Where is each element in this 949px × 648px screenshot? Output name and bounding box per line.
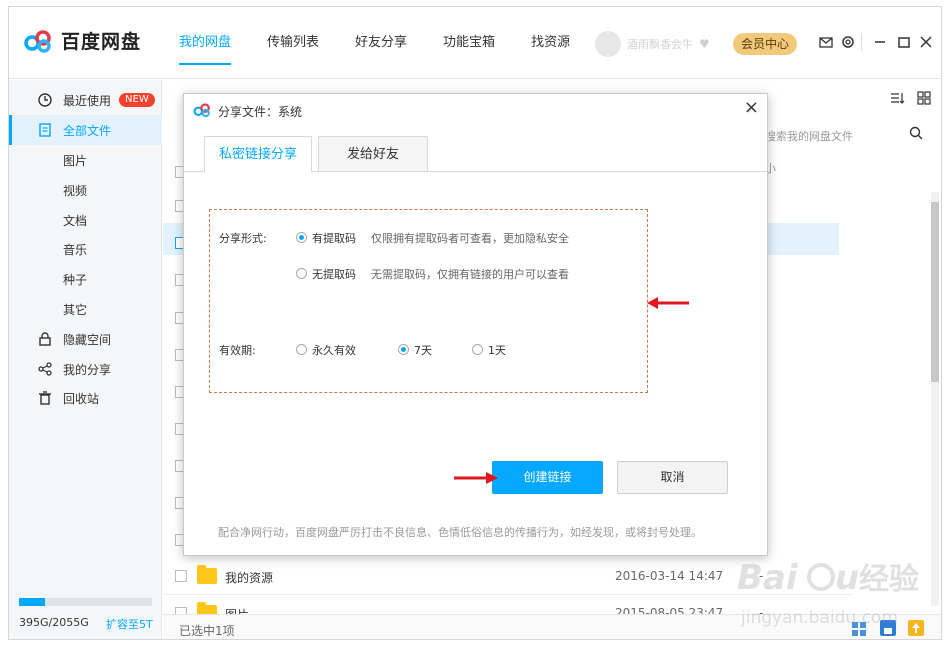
scrollbar[interactable] bbox=[931, 192, 939, 606]
tab-private-link[interactable]: 私密链接分享 bbox=[204, 136, 312, 173]
user-name: 酒雨飘香会牛 bbox=[627, 38, 693, 51]
radio-validity-1day[interactable] bbox=[472, 344, 483, 355]
svg-text:经验: 经验 bbox=[859, 562, 919, 597]
radio-without-code[interactable] bbox=[296, 268, 307, 279]
document-icon bbox=[39, 123, 51, 137]
nav-my-disk[interactable]: 我的网盘 bbox=[179, 7, 232, 79]
sidebar-item-label: 最近使用 bbox=[63, 93, 112, 108]
sidebar-item-label: 回收站 bbox=[63, 391, 100, 406]
settings-icon[interactable] bbox=[841, 35, 855, 49]
validity-forever[interactable]: 永久有效 bbox=[312, 342, 356, 358]
mail-icon[interactable] bbox=[819, 35, 833, 49]
divider bbox=[861, 33, 862, 51]
sidebar-item-videos[interactable]: 视频 bbox=[9, 175, 162, 205]
svg-text:u: u bbox=[835, 558, 859, 598]
user-profile[interactable]: 酒雨飘香会牛 ♥ bbox=[595, 31, 710, 57]
scrollbar-thumb[interactable] bbox=[931, 202, 939, 382]
share-options-panel: 分享形式: 有提取码 仅限拥有提取码者可查看，更加隐私安全 无提取码 无需提取码… bbox=[209, 209, 648, 393]
annotation-arrow-right-icon bbox=[454, 472, 498, 484]
radio-validity-forever[interactable] bbox=[296, 344, 307, 355]
nav-toolbox[interactable]: 功能宝箱 bbox=[443, 7, 495, 79]
validity-label: 有效期: bbox=[219, 344, 256, 357]
share-form-label: 分享形式: bbox=[219, 232, 267, 245]
dialog-title: 分享文件：系统 bbox=[218, 105, 303, 119]
sidebar-item-recycle[interactable]: 回收站 bbox=[9, 383, 162, 413]
sidebar: 最近使用 NEW 全部文件 图片 视频 文档 音乐 种子 其它 隐藏空间 我的分… bbox=[9, 80, 162, 639]
svg-text:jingyan.baidu.com: jingyan.baidu.com bbox=[740, 608, 898, 627]
sidebar-item-my-share[interactable]: 我的分享 bbox=[9, 354, 162, 384]
sidebar-item-music[interactable]: 音乐 bbox=[9, 234, 162, 264]
top-bar: 百度网盘 我的网盘 传输列表 好友分享 功能宝箱 找资源 酒雨飘香会牛 ♥ 会员… bbox=[9, 7, 941, 79]
share-dialog: 分享文件：系统 × 私密链接分享 发给好友 分享形式: 有提取码 仅限拥有提取码… bbox=[183, 93, 768, 556]
selection-status: 已选中1项 bbox=[179, 624, 235, 638]
nav-find-resource[interactable]: 找资源 bbox=[531, 7, 570, 79]
sidebar-item-docs[interactable]: 文档 bbox=[9, 205, 162, 235]
grid-view-icon[interactable] bbox=[917, 91, 931, 105]
sidebar-item-label: 我的分享 bbox=[63, 362, 112, 377]
sidebar-item-hidden-space[interactable]: 隐藏空间 bbox=[9, 324, 162, 354]
sidebar-item-torrents[interactable]: 种子 bbox=[9, 264, 162, 294]
expand-storage-link[interactable]: 扩容至5T bbox=[106, 616, 153, 632]
sidebar-item-all-files[interactable]: 全部文件 bbox=[9, 115, 162, 145]
search-icon[interactable] bbox=[909, 126, 923, 140]
baidu-jingyan-watermark-icon: Bai u 经验 jingyan.baidu.com bbox=[737, 558, 919, 628]
sidebar-item-images[interactable]: 图片 bbox=[9, 145, 162, 175]
tab-send-to-friend[interactable]: 发给好友 bbox=[318, 136, 428, 172]
sidebar-item-label: 全部文件 bbox=[63, 123, 112, 138]
validity-7days[interactable]: 7天 bbox=[414, 342, 432, 358]
clock-icon bbox=[38, 93, 52, 107]
heart-icon: ♥ bbox=[699, 37, 710, 51]
file-name: 我的资源 bbox=[225, 571, 274, 585]
svg-text:Bai: Bai bbox=[737, 558, 799, 598]
new-badge: NEW bbox=[119, 93, 155, 107]
sidebar-item-others[interactable]: 其它 bbox=[9, 294, 162, 324]
row-checkbox[interactable] bbox=[175, 570, 187, 582]
vip-center-button[interactable]: 会员中心 bbox=[733, 33, 797, 55]
watermark-logo: Bai u 经验 jingyan.baidu.com bbox=[737, 547, 937, 630]
radio-with-code[interactable] bbox=[296, 232, 307, 243]
dialog-close-icon[interactable]: × bbox=[744, 97, 759, 118]
option-without-code-desc: 无需提取码，仅拥有链接的用户可以查看 bbox=[371, 268, 569, 281]
policy-notice: 配合净网行动，百度网盘严厉打击不良信息、色情低俗信息的传播行为，如经发现，或将封… bbox=[218, 526, 702, 539]
radio-validity-7days[interactable] bbox=[398, 344, 409, 355]
cloud-logo-icon bbox=[193, 103, 210, 118]
minimize-icon[interactable] bbox=[873, 35, 887, 49]
close-icon[interactable] bbox=[919, 35, 933, 49]
storage-quota-text: 395G/2055G bbox=[19, 616, 89, 629]
storage-quota-fill bbox=[19, 598, 45, 606]
share-icon bbox=[38, 362, 52, 376]
option-without-code[interactable]: 无提取码 bbox=[312, 266, 356, 282]
sort-icon[interactable] bbox=[891, 92, 905, 104]
avatar[interactable] bbox=[595, 31, 621, 57]
app-logo: 百度网盘 bbox=[23, 27, 141, 54]
sidebar-item-label: 隐藏空间 bbox=[63, 332, 112, 347]
annotation-arrow-left-icon bbox=[647, 297, 689, 309]
validity-1day[interactable]: 1天 bbox=[488, 342, 506, 358]
folder-icon bbox=[197, 565, 217, 584]
trash-icon bbox=[39, 391, 51, 405]
maximize-icon[interactable] bbox=[897, 35, 911, 49]
option-with-code[interactable]: 有提取码 bbox=[312, 230, 356, 246]
main-nav: 我的网盘 传输列表 好友分享 功能宝箱 找资源 bbox=[179, 7, 606, 79]
cloud-logo-icon bbox=[24, 29, 51, 53]
option-with-code-desc: 仅限拥有提取码者可查看，更加隐私安全 bbox=[371, 232, 569, 245]
storage-quota-bar bbox=[19, 598, 152, 606]
share-tabs: 私密链接分享 发给好友 bbox=[184, 136, 767, 173]
app-name: 百度网盘 bbox=[61, 31, 142, 53]
search-input[interactable]: 搜索我的网盘文件 bbox=[765, 128, 853, 144]
nav-friend-share[interactable]: 好友分享 bbox=[355, 7, 407, 79]
sidebar-item-recent[interactable]: 最近使用 NEW bbox=[9, 85, 162, 115]
lock-icon bbox=[39, 332, 51, 346]
nav-transfer-list[interactable]: 传输列表 bbox=[267, 7, 319, 79]
create-link-button[interactable]: 创建链接 bbox=[492, 461, 603, 494]
cancel-button[interactable]: 取消 bbox=[617, 461, 728, 494]
file-date: 2016-03-14 14:47 bbox=[615, 569, 724, 583]
